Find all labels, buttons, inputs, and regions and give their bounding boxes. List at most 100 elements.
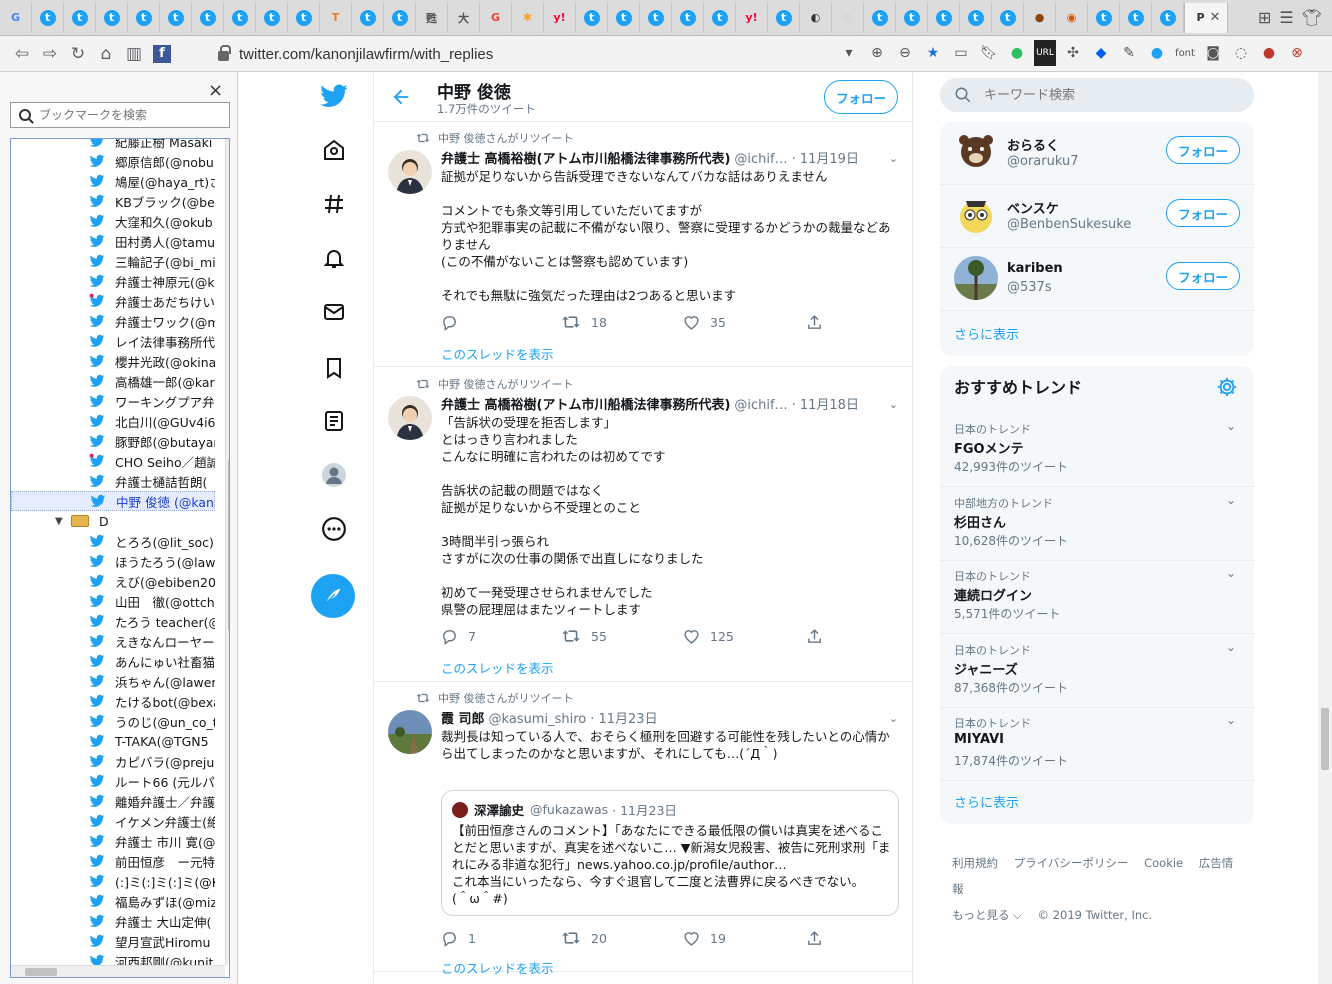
back-arrow-icon[interactable] <box>390 86 412 112</box>
tweet[interactable]: 中野 俊徳さんがリツイート 弁護士 高橋裕樹(アトム市川船橋法律事務所代表) @… <box>374 368 912 682</box>
bookmark-folder[interactable]: ▼ D <box>11 511 215 531</box>
explore-icon[interactable] <box>318 188 350 220</box>
author-handle[interactable]: @kasumi_shiro <box>489 712 587 727</box>
ghostery-icon[interactable]: ◙ <box>1202 40 1224 66</box>
user-name[interactable]: おらるく <box>1007 135 1059 154</box>
more-icon[interactable] <box>318 513 350 545</box>
bookmark-item[interactable]: 鳩屋(@haya_rt)さ <box>11 171 215 191</box>
chevron-down-icon[interactable]: ⌄ <box>1226 419 1236 433</box>
show-more-trends-link[interactable]: さらに表示 <box>954 792 1019 811</box>
browser-tab[interactable]: t <box>352 2 384 33</box>
trend-item[interactable]: 中部地方のトレンド 杉田さん 10,628件のツイート ⌄ <box>940 487 1254 561</box>
url-ext-icon[interactable]: URL <box>1034 40 1056 66</box>
browser-tab[interactable]: t <box>704 2 736 33</box>
bookmark-item[interactable]: えきなんローヤー <box>11 631 215 651</box>
chevron-down-icon[interactable]: ⌄ <box>889 398 898 411</box>
bookmark-item[interactable]: 山田 徹(@ottch <box>11 591 215 611</box>
page-scrollbar[interactable] <box>1318 72 1332 984</box>
browser-tab[interactable]: t <box>960 2 992 33</box>
profile-ext-icon[interactable]: ● <box>1258 40 1280 66</box>
reply-button[interactable]: 7 <box>441 628 476 645</box>
twitter-search-field[interactable] <box>940 78 1254 112</box>
compose-tweet-button[interactable] <box>311 574 355 618</box>
bookmark-item[interactable]: 弁護士樋詰哲朗( <box>11 471 215 491</box>
author-handle[interactable]: @ichif… <box>734 152 787 167</box>
browser-tab[interactable]: t <box>288 2 320 33</box>
share-button[interactable] <box>806 628 833 645</box>
library-icon[interactable]: ▥ <box>120 40 148 68</box>
follow-button[interactable]: フォロー <box>824 80 898 114</box>
bookmark-item[interactable]: 浜ちゃん(@lawer_ <box>11 671 215 691</box>
bookmark-item[interactable]: レイ法律事務所代 <box>11 331 215 351</box>
browser-tab[interactable]: t <box>160 2 192 33</box>
more-link[interactable]: もっと見る ⌵ <box>952 908 1022 922</box>
expand-arrow-icon[interactable]: ▼ <box>55 516 65 527</box>
show-more-link[interactable]: さらに表示 <box>954 324 1019 343</box>
bookmark-item[interactable]: 弁護士あだちけい <box>11 291 215 311</box>
bookmark-item[interactable]: 離婚弁護士／弁護 <box>11 791 215 811</box>
author-handle[interactable]: @ichif… <box>734 398 787 413</box>
bookmark-item[interactable]: 紀藤正樹 Masaki <box>11 139 215 151</box>
url-bar[interactable]: twitter.com/kanonjilawfirm/with_replies <box>206 40 860 68</box>
browser-tab[interactable]: t <box>928 2 960 33</box>
avatar[interactable] <box>954 130 998 174</box>
browser-tab[interactable]: t <box>384 2 416 33</box>
browser-tab[interactable]: y! <box>544 2 576 33</box>
new-tab-icon[interactable]: ⊞ <box>1258 8 1271 27</box>
bookmark-icon[interactable]: 🔖︎ <box>978 40 1000 66</box>
browser-tab[interactable]: t <box>256 2 288 33</box>
evernote-icon[interactable]: ● <box>1006 40 1028 66</box>
zoom-in-icon[interactable]: ⊕ <box>866 40 888 66</box>
scroll-thumb[interactable] <box>1321 708 1329 770</box>
avatar[interactable] <box>954 256 998 300</box>
home-icon[interactable] <box>318 134 350 166</box>
follow-button[interactable]: フォロー <box>1166 262 1240 290</box>
browser-tab[interactable]: t <box>640 2 672 33</box>
quoted-tweet[interactable]: 深澤諭史 @fukazawas · 11月23日 【前田恒彦さんのコメント】「あ… <box>441 790 899 916</box>
browser-tab[interactable]: t <box>672 2 704 33</box>
bookmark-item[interactable]: うのじ(@un_co_t <box>11 711 215 731</box>
bookmark-item[interactable]: たけるbot(@bexa <box>11 691 215 711</box>
avatar[interactable] <box>388 150 432 194</box>
extension-icon[interactable]: ▭ <box>950 40 972 66</box>
browser-tab[interactable]: y! <box>736 2 768 33</box>
browser-tab[interactable]: T <box>320 2 352 33</box>
bookmark-item[interactable]: 田村勇人(@tamu <box>11 231 215 251</box>
browser-tab[interactable]: t <box>224 2 256 33</box>
retweet-button[interactable]: 18 <box>561 314 607 330</box>
suggested-user[interactable]: kariben @537s フォロー <box>940 248 1254 311</box>
like-button[interactable]: 125 <box>683 628 734 645</box>
like-button[interactable]: 35 <box>683 314 726 331</box>
tweet[interactable]: 中野 俊徳さんがリツイート 霞 司郎 @kasumi_shiro · 11月23… <box>374 682 912 976</box>
tweet-date[interactable]: · 11月18日 <box>792 394 859 413</box>
bookmark-item[interactable]: ほうたろう(@lawye <box>11 551 215 571</box>
trend-item[interactable]: 日本のトレンド ジャニーズ 87,368件のツイート ⌄ <box>940 634 1254 708</box>
active-browser-tab[interactable]: P ✕ <box>1184 2 1228 33</box>
trend-item[interactable]: 日本のトレンド MIYAVI 17,874件のツイート ⌄ <box>940 707 1254 781</box>
chevron-down-icon[interactable]: ⌄ <box>1226 713 1236 727</box>
browser-tab[interactable]: 大 <box>448 2 480 33</box>
tweet-date[interactable]: · 11月23日 <box>590 708 657 727</box>
back-button[interactable]: ⇦ <box>8 40 36 68</box>
bookmark-item[interactable]: カピバラ(@prejur <box>11 751 215 771</box>
bookmark-item[interactable]: ルート66 (元ルパ <box>11 771 215 791</box>
bookmark-search-field[interactable] <box>10 102 230 128</box>
tweet[interactable]: 中野 俊徳さんがリツイート 弁護士 高橋裕樹(アトム市川船橋法律事務所代表) @… <box>374 122 912 367</box>
reply-button[interactable]: 1 <box>441 930 476 947</box>
reply-button[interactable] <box>441 314 468 331</box>
browser-tab[interactable]: t <box>896 2 928 33</box>
author-name[interactable]: 弁護士 高橋裕樹(アトム市川船橋法律事務所代表) <box>441 148 730 167</box>
bookmark-item[interactable]: 三輪記子(@bi_mi <box>11 251 215 271</box>
browser-tab[interactable]: t <box>128 2 160 33</box>
bookmark-search-input[interactable] <box>39 108 219 122</box>
browser-tab[interactable]: ✱ <box>512 2 544 33</box>
browser-tab[interactable]: t <box>768 2 800 33</box>
suggested-user[interactable]: ベンスケ @BenbenSukesuke フォロー <box>940 185 1254 248</box>
tweet-date[interactable]: · 11月19日 <box>792 148 859 167</box>
bookmark-item[interactable]: 前田恒彦 ー元特 <box>11 851 215 871</box>
browser-tab[interactable]: t <box>576 2 608 33</box>
messages-icon[interactable] <box>318 296 350 328</box>
bookmark-item[interactable]: (:]ミ(:]ミ(:]ミ(@K <box>11 871 215 891</box>
bookmark-item[interactable]: 北白川(@GUv4i6 <box>11 411 215 431</box>
share-button[interactable] <box>806 314 833 331</box>
